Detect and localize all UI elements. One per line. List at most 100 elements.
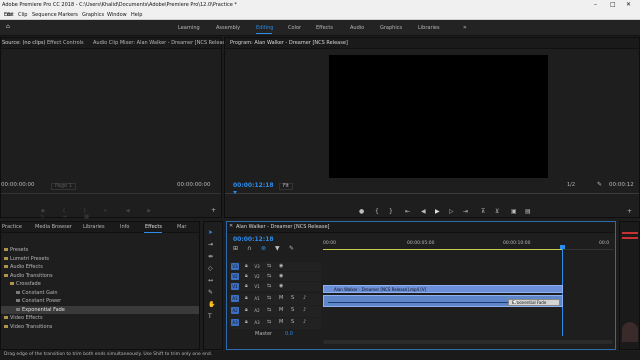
effects-list-item[interactable]: Audio Effects [1, 263, 199, 271]
eye-icon[interactable]: ◉ [279, 284, 283, 289]
lock-icon[interactable]: 🔒︎ [245, 320, 248, 325]
eye-icon[interactable]: ◉ [279, 264, 283, 269]
workspace-tab-graphics[interactable]: Graphics [380, 26, 402, 31]
razor-tool-icon[interactable]: ◇ [208, 266, 213, 272]
workspace-tab-effects[interactable]: Effects [316, 26, 333, 31]
program-resolution-select[interactable]: 1/2 [567, 183, 575, 188]
snap-icon[interactable]: ∩ [247, 246, 251, 252]
menu-markers[interactable]: Markers [58, 13, 78, 18]
voice-over-record-icon[interactable]: ♪ [303, 296, 306, 301]
track-header-v1[interactable]: V1 🔒︎ V1 ⇆ ◉ [229, 282, 321, 291]
track-target-a1[interactable]: A1 [231, 295, 239, 302]
effects-list-item[interactable]: Constant Power [1, 297, 199, 305]
selection-tool-icon[interactable]: ➤ [208, 230, 213, 236]
tab-program[interactable]: Program: Alan Walker - Dreamer [NCS Rele… [230, 41, 348, 46]
solo-icon[interactable]: S [291, 320, 294, 325]
program-scrub-bar[interactable] [225, 193, 639, 194]
lock-icon[interactable]: 🔒︎ [245, 308, 248, 313]
lock-icon[interactable]: 🔒︎ [245, 274, 248, 279]
master-value[interactable]: 0.0 [285, 332, 293, 337]
sync-lock-icon[interactable]: ⇆ [267, 296, 271, 301]
lock-icon[interactable]: 🔒︎ [245, 284, 248, 289]
ripple-edit-tool-icon[interactable]: ⇹ [208, 254, 213, 260]
mute-icon[interactable]: M [279, 308, 283, 313]
sync-lock-icon[interactable]: ⇆ [267, 284, 271, 289]
linked-selection-icon[interactable]: ⊗ [261, 246, 266, 252]
tab-source[interactable]: Source: (no clips) [2, 41, 45, 46]
tab-effect-controls[interactable]: Effect Controls [47, 41, 84, 46]
menu-clip[interactable]: Clip [18, 13, 27, 18]
effects-list-item[interactable]: Video Effects [1, 314, 199, 322]
tab-libraries[interactable]: Libraries [83, 225, 105, 230]
voice-over-record-icon[interactable]: ♪ [303, 308, 306, 313]
nest-icon[interactable]: ⊞ [233, 246, 238, 252]
effects-list-item[interactable]: Video Transitions [1, 323, 199, 331]
tab-info[interactable]: Info [120, 225, 129, 230]
menu-sequence[interactable]: Sequence [32, 13, 57, 18]
lift-icon[interactable]: ⊼ [481, 209, 485, 215]
wrench-icon[interactable]: ✎ [597, 182, 602, 188]
play-icon[interactable]: ▶ [435, 209, 440, 215]
track-header-v3[interactable]: V3 🔒︎ V3 ⇆ ◉ [229, 262, 321, 271]
timeline-settings-icon[interactable]: ✎ [289, 246, 294, 252]
sync-lock-icon[interactable]: ⇆ [267, 308, 271, 313]
playhead-handle[interactable] [560, 245, 565, 249]
step-forward-icon[interactable]: ▷ [449, 209, 454, 215]
sync-lock-icon[interactable]: ⇆ [267, 320, 271, 325]
effects-list-item[interactable]: Exponential Fade [1, 305, 199, 314]
go-to-in-icon[interactable]: ⇤ [405, 209, 410, 215]
tab-markers[interactable]: Mar [177, 225, 186, 230]
track-select-tool-icon[interactable]: ⇥ [208, 242, 213, 248]
hand-tool-icon[interactable]: ✋ [208, 302, 215, 308]
go-to-out-icon[interactable]: ⇥ [463, 209, 468, 215]
extract-icon[interactable]: ⊻ [495, 209, 499, 215]
voice-over-record-icon[interactable]: ♪ [303, 320, 306, 325]
menu-help[interactable]: Help [131, 13, 142, 18]
track-header-a3[interactable]: A3 🔒︎ A3 ⇆ M S ♪ [229, 318, 321, 329]
menu-window[interactable]: Window [107, 13, 127, 18]
menu-edit[interactable]: Edit [4, 13, 14, 18]
timeline-timecode[interactable]: 00:00:12:18 [233, 236, 274, 243]
type-tool-icon[interactable]: T [208, 314, 212, 320]
solo-icon[interactable]: S [291, 296, 294, 301]
mark-out-icon[interactable]: } [389, 209, 393, 215]
mark-in-icon[interactable]: { [375, 209, 379, 215]
tab-effects[interactable]: Effects [145, 225, 162, 230]
workspace-tab-audio[interactable]: Audio [350, 26, 364, 31]
workspace-tab-assembly[interactable]: Assembly [216, 26, 240, 31]
mute-icon[interactable]: M [279, 296, 283, 301]
workspace-tab-color[interactable]: Color [288, 26, 301, 31]
tab-practice[interactable]: Practice [2, 225, 22, 230]
button-editor-icon[interactable]: ▤ [525, 209, 531, 215]
sync-lock-icon[interactable]: ⇆ [267, 264, 271, 269]
program-fit-select[interactable]: Fit [279, 183, 293, 190]
add-marker-icon[interactable]: ● [359, 209, 364, 215]
track-target-a3[interactable]: A3 [231, 319, 239, 326]
source-page-select[interactable]: Page 1 [51, 183, 76, 190]
effects-list-item[interactable]: Audio Transitions [1, 272, 199, 280]
sync-lock-icon[interactable]: ⇆ [267, 274, 271, 279]
workspace-tab-libraries[interactable]: Libraries [418, 26, 440, 31]
video-clip[interactable]: Alan Walker - Dreamer [NCS Release].mp4 … [323, 285, 563, 293]
work-area-bar[interactable] [323, 249, 563, 250]
track-target-v3[interactable]: V3 [231, 263, 239, 270]
slip-tool-icon[interactable]: ↔ [208, 278, 213, 284]
close-sequence-icon[interactable]: ✕ [229, 224, 233, 229]
workspace-more-icon[interactable]: » [463, 25, 467, 31]
tab-sequence[interactable]: Alan Walker - Dreamer [NCS Release] [236, 225, 330, 230]
maximize-icon[interactable]: □ [610, 2, 616, 8]
track-header-v2[interactable]: V2 🔒︎ V2 ⇆ ◉ [229, 272, 321, 281]
tab-audio-clip-mixer[interactable]: Audio Clip Mixer: Alan Walker - Dreamer … [93, 41, 230, 46]
program-timecode[interactable]: 00:00:12:18 [233, 182, 274, 189]
track-header-a2[interactable]: A2 🔒︎ A2 ⇆ M S ♪ [229, 306, 321, 317]
timeline-scrollbar[interactable] [323, 340, 613, 344]
track-target-v1[interactable]: V1 [231, 283, 239, 290]
workspace-tab-learning[interactable]: Learning [178, 26, 200, 31]
source-add-button-icon[interactable]: + [211, 208, 216, 214]
source-scrub-bar[interactable] [1, 193, 221, 194]
step-back-icon[interactable]: ◀ [421, 209, 426, 215]
tab-media-browser[interactable]: Media Browser [35, 225, 72, 230]
workspace-tab-editing[interactable]: Editing [256, 26, 273, 31]
effects-list-item[interactable]: Crossfade [1, 280, 199, 288]
pen-tool-icon[interactable]: ✎ [208, 290, 213, 296]
